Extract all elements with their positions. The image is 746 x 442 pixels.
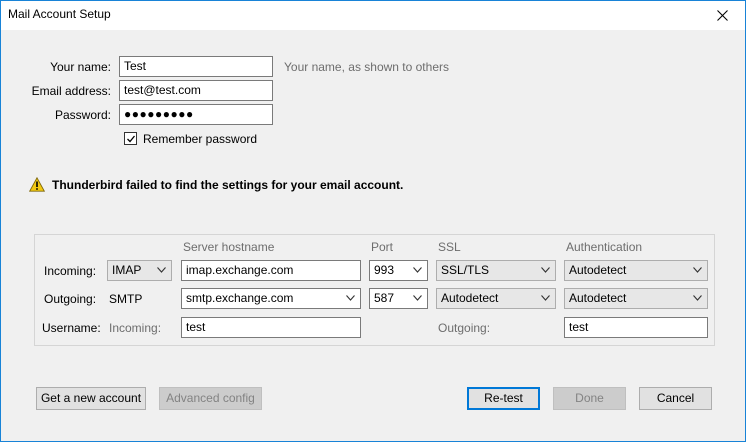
header-port: Port <box>371 240 394 254</box>
username-label: Username: <box>42 321 101 335</box>
incoming-auth-value: Autodetect <box>569 263 627 277</box>
header-server-hostname: Server hostname <box>183 240 275 254</box>
chevron-down-icon <box>693 267 702 273</box>
outgoing-ssl-value: Autodetect <box>441 291 499 305</box>
outgoing-hostname-value: smtp.exchange.com <box>186 291 294 305</box>
header-authentication: Authentication <box>566 240 643 254</box>
outgoing-ssl-select[interactable]: Autodetect <box>436 288 556 309</box>
outgoing-label: Outgoing: <box>44 292 97 306</box>
incoming-protocol-value: IMAP <box>112 263 142 277</box>
username-incoming-input[interactable]: test <box>181 317 361 338</box>
username-outgoing-label: Outgoing: <box>438 321 491 335</box>
outgoing-hostname-select[interactable]: smtp.exchange.com <box>181 288 361 309</box>
outgoing-auth-select[interactable]: Autodetect <box>564 288 708 309</box>
password-input[interactable]: ●●●●●●●●● <box>119 104 273 125</box>
your-name-input[interactable]: Test <box>119 56 273 77</box>
warning-triangle-icon <box>29 177 45 192</box>
retest-button[interactable]: Re-test <box>467 387 540 410</box>
incoming-auth-select[interactable]: Autodetect <box>564 260 708 281</box>
chevron-down-icon <box>541 295 550 301</box>
your-name-hint: Your name, as shown to others <box>284 60 449 74</box>
window-title: Mail Account Setup <box>8 7 111 21</box>
incoming-protocol-select[interactable]: IMAP <box>107 260 172 281</box>
chevron-down-icon <box>346 295 355 301</box>
incoming-port-value: 993 <box>374 263 395 277</box>
incoming-hostname-input[interactable]: imap.exchange.com <box>181 260 361 281</box>
close-button[interactable] <box>699 1 745 30</box>
cancel-button[interactable]: Cancel <box>639 387 712 410</box>
checkmark-icon <box>126 135 135 142</box>
mail-account-setup-dialog: Mail Account Setup Your name: Test Your … <box>0 0 746 442</box>
incoming-port-select[interactable]: 993 <box>369 260 428 281</box>
username-incoming-label: Incoming: <box>109 321 162 335</box>
advanced-config-button[interactable]: Advanced config <box>159 387 262 410</box>
remember-password-label[interactable]: Remember password <box>143 132 257 146</box>
incoming-ssl-value: SSL/TLS <box>441 263 490 277</box>
done-button[interactable]: Done <box>553 387 626 410</box>
email-address-label: Email address: <box>31 84 111 98</box>
chevron-down-icon <box>157 267 166 273</box>
outgoing-port-value: 587 <box>374 291 395 305</box>
your-name-label: Your name: <box>50 60 111 74</box>
chevron-down-icon <box>693 295 702 301</box>
outgoing-auth-value: Autodetect <box>569 291 627 305</box>
header-ssl: SSL <box>438 240 461 254</box>
chevron-down-icon <box>413 295 422 301</box>
outgoing-port-select[interactable]: 587 <box>369 288 428 309</box>
incoming-ssl-select[interactable]: SSL/TLS <box>436 260 556 281</box>
close-icon <box>716 10 728 21</box>
remember-password-checkbox[interactable] <box>124 132 137 145</box>
username-outgoing-input[interactable]: test <box>564 317 708 338</box>
chevron-down-icon <box>541 267 550 273</box>
warning-message: Thunderbird failed to find the settings … <box>52 178 404 192</box>
email-address-input[interactable]: test@test.com <box>119 80 273 101</box>
incoming-label: Incoming: <box>44 264 97 278</box>
password-label: Password: <box>54 108 111 122</box>
chevron-down-icon <box>413 267 422 273</box>
title-bar: Mail Account Setup <box>1 1 745 30</box>
get-new-account-button[interactable]: Get a new account <box>36 387 146 410</box>
outgoing-protocol: SMTP <box>109 292 143 306</box>
